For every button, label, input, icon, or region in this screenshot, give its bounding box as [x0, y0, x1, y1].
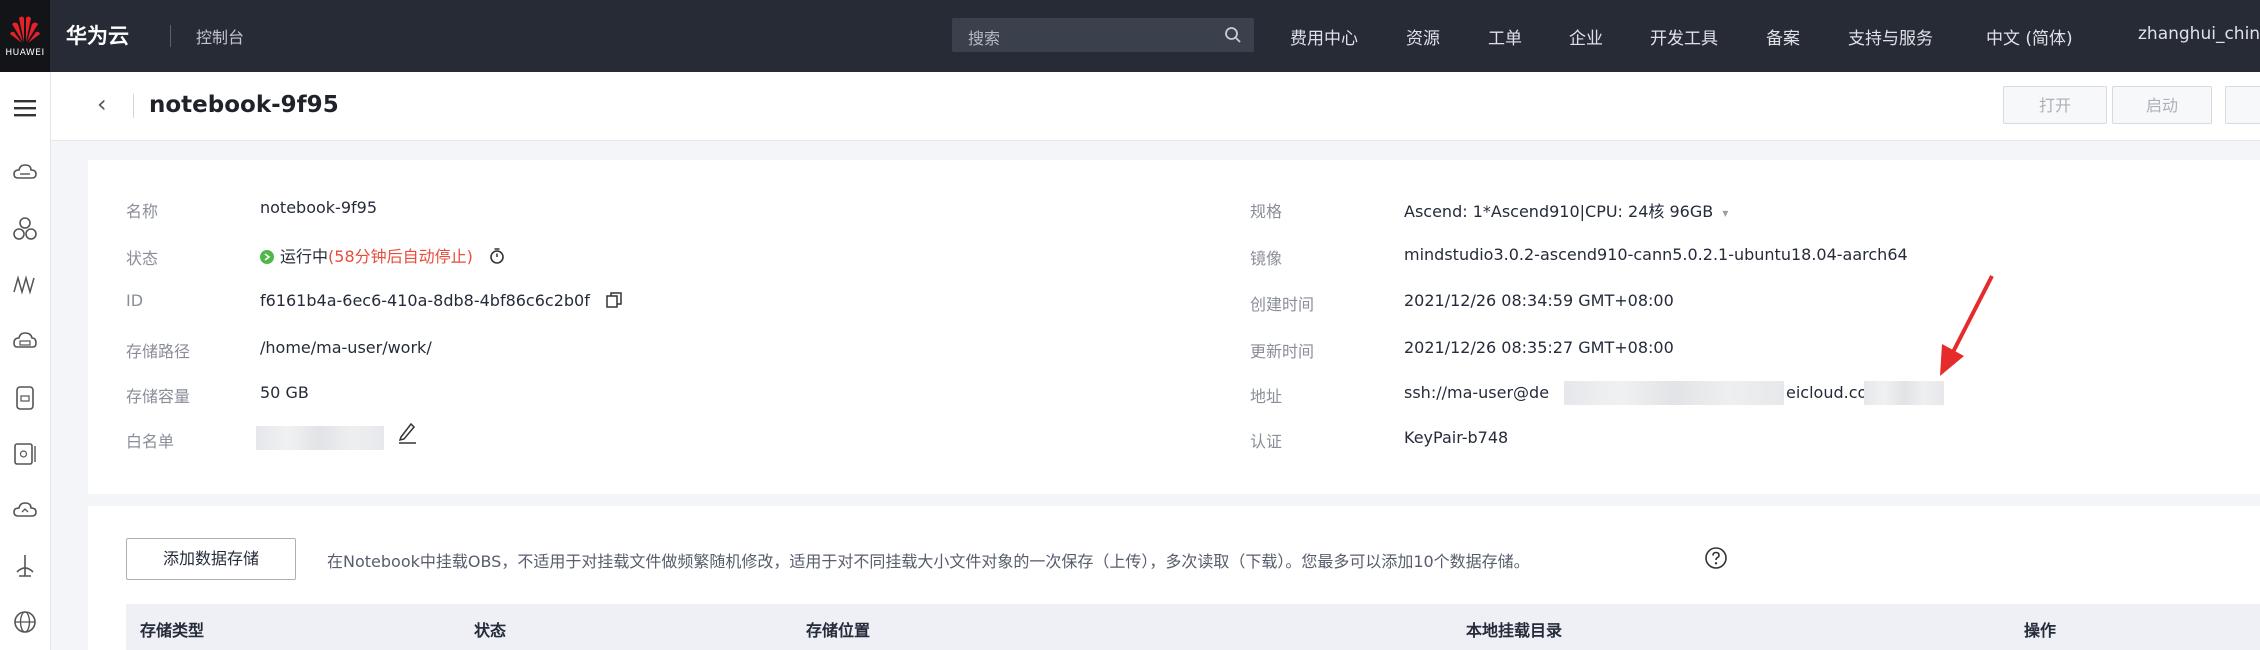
copy-icon[interactable] — [605, 291, 623, 309]
device-icon[interactable] — [11, 384, 39, 412]
auto-stop-text: (58分钟后自动停止) — [328, 247, 473, 266]
chevron-down-icon[interactable]: ▾ — [1722, 206, 1728, 220]
cloud-network-icon[interactable] — [11, 496, 39, 524]
status-value: 运行中(58分钟后自动停止) — [260, 243, 506, 267]
id-value: f6161b4a-6ec6-410a-8db8-4bf86c6c2b0f — [260, 291, 623, 310]
address-label: 地址 — [1250, 387, 1283, 406]
updated-time-value: 2021/12/26 08:35:27 GMT+08:00 — [1404, 338, 1674, 357]
name-label: 名称 — [126, 202, 159, 221]
cloud-service-icon[interactable] — [11, 158, 39, 186]
logo-text: HUAWEI — [5, 48, 45, 58]
open-button[interactable]: 打开 — [2003, 86, 2107, 124]
col-status: 状态 — [474, 621, 507, 640]
container-icon[interactable] — [11, 440, 39, 468]
name-value: notebook-9f95 — [260, 198, 377, 217]
storage-path-label: 存储路径 — [126, 342, 191, 361]
nav-tickets[interactable]: 工单 — [1488, 24, 1522, 49]
status-text: 运行中 — [280, 247, 329, 266]
brand-name[interactable]: 华为云 — [66, 20, 129, 50]
divider — [170, 25, 171, 47]
storage-path-value: /home/ma-user/work/ — [260, 338, 432, 357]
created-time-label: 创建时间 — [1250, 295, 1315, 314]
flavor-text: Ascend: 1*Ascend910|CPU: 24核 96GB — [1404, 202, 1714, 221]
address-redacted-tail — [1864, 381, 1944, 405]
storage-note: 在Notebook中挂载OBS，不适用于对挂载文件做频繁随机修改，适用于对不同挂… — [327, 552, 1530, 571]
user-account-menu[interactable]: zhanghui_china — [2138, 24, 2260, 44]
language-selector[interactable]: 中文 (简体) — [1986, 24, 2073, 49]
col-actions: 操作 — [2024, 621, 2057, 640]
storage-capacity-label: 存储容量 — [126, 387, 191, 406]
nav-dev-tools[interactable]: 开发工具 — [1650, 24, 1718, 49]
address-prefix: ssh://ma-user@de — [1404, 383, 1550, 402]
whitelist-value-redacted — [256, 426, 384, 450]
status-label: 状态 — [126, 249, 159, 268]
search-input[interactable]: 搜索 — [952, 18, 1254, 52]
nav-enterprise[interactable]: 企业 — [1569, 24, 1603, 49]
cloud-storage-icon[interactable] — [11, 327, 39, 355]
nav-support[interactable]: 支持与服务 — [1848, 24, 1933, 49]
flavor-label: 规格 — [1250, 202, 1283, 221]
created-time-value: 2021/12/26 08:34:59 GMT+08:00 — [1404, 291, 1674, 310]
col-local-mount-dir: 本地挂载目录 — [1466, 621, 1563, 640]
top-navigation-bar: HUAWEI 华为云 控制台 搜索 费用中心 资源 工单 企业 开发工具 备案 … — [0, 0, 2260, 72]
huawei-petal-icon — [10, 16, 40, 43]
id-text: f6161b4a-6ec6-410a-8db8-4bf86c6c2b0f — [260, 291, 590, 310]
start-button[interactable]: 启动 — [2112, 86, 2212, 124]
back-icon[interactable]: ‹ — [97, 90, 107, 118]
help-icon[interactable] — [1704, 546, 1728, 570]
search-placeholder: 搜索 — [968, 29, 1001, 48]
image-value: mindstudio3.0.2-ascend910-cann5.0.2.1-ub… — [1404, 245, 1908, 264]
deploy-icon[interactable] — [11, 552, 39, 580]
nav-resources[interactable]: 资源 — [1406, 24, 1440, 49]
timer-icon[interactable] — [488, 247, 506, 265]
search-icon[interactable] — [1224, 26, 1242, 44]
storage-capacity-value: 50 GB — [260, 383, 309, 402]
image-label: 镜像 — [1250, 249, 1283, 268]
menu-icon[interactable] — [11, 94, 39, 122]
address-suffix: eicloud.co — [1786, 383, 1868, 402]
running-status-icon — [260, 250, 274, 264]
console-link[interactable]: 控制台 — [196, 24, 244, 48]
page-header: ‹ notebook-9f95 打开 启动 — [51, 72, 2260, 141]
add-data-storage-button[interactable]: 添加数据存储 — [126, 538, 296, 580]
annotation-arrow — [1940, 275, 1994, 376]
auth-label: 认证 — [1250, 432, 1283, 451]
modelarts-icon[interactable] — [11, 271, 39, 299]
nav-icp-filing[interactable]: 备案 — [1766, 24, 1800, 49]
service-sidebar — [0, 72, 51, 650]
id-label: ID — [126, 291, 144, 310]
whitelist-label: 白名单 — [126, 432, 175, 451]
cluster-icon[interactable] — [11, 215, 39, 243]
flavor-value[interactable]: Ascend: 1*Ascend910|CPU: 24核 96GB ▾ — [1404, 198, 1728, 222]
auth-value: KeyPair-b748 — [1404, 428, 1509, 447]
huawei-logo[interactable]: HUAWEI — [0, 0, 50, 72]
col-storage-type: 存储类型 — [140, 621, 205, 640]
header-divider — [133, 94, 134, 118]
storage-table-header: 存储类型 状态 存储位置 本地挂载目录 操作 — [126, 604, 2260, 650]
updated-time-label: 更新时间 — [1250, 342, 1315, 361]
col-storage-location: 存储位置 — [806, 621, 871, 640]
global-icon[interactable] — [11, 608, 39, 636]
more-button[interactable] — [2225, 86, 2260, 124]
page-title: notebook-9f95 — [149, 92, 339, 118]
address-redacted — [1564, 381, 1784, 405]
edit-icon[interactable] — [396, 420, 418, 444]
nav-billing-center[interactable]: 费用中心 — [1290, 24, 1358, 49]
